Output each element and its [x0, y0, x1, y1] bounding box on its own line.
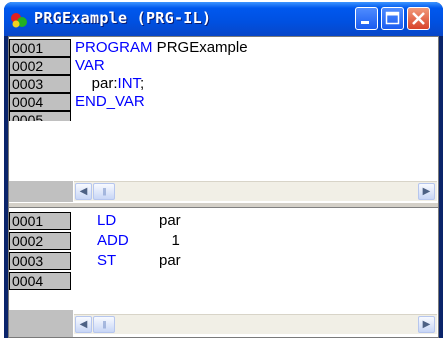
left-arrow-icon: ◀: [79, 186, 88, 197]
keyword-token: PROGRAM: [75, 39, 153, 56]
grip-icon: |||: [102, 320, 106, 329]
right-arrow-icon: ▶: [422, 319, 431, 330]
editor-window: PRGExample (PRG-IL) 0001 PROGRAM PRGExamp…: [4, 2, 443, 338]
text-token: par:: [75, 75, 118, 92]
scroll-left-button[interactable]: ◀: [75, 316, 92, 333]
keyword-token: VAR: [75, 57, 105, 74]
scroll-left-button[interactable]: ◀: [75, 183, 92, 200]
scroll-right-button[interactable]: ▶: [418, 183, 435, 200]
line-number: 0004: [9, 272, 71, 290]
il-operand[interactable]: par: [159, 212, 181, 230]
il-operator[interactable]: LD: [97, 212, 116, 230]
code-line[interactable]: VAR: [75, 57, 105, 75]
grip-icon: |||: [102, 187, 106, 196]
declaration-pane[interactable]: 0001 PROGRAM PRGExample 0002 VAR 0003 par:IN…: [9, 37, 438, 207]
minimize-button[interactable]: [355, 7, 378, 30]
window-title: PRGExample (PRG-IL): [34, 9, 212, 27]
line-number: 0001: [9, 212, 71, 230]
il-operator[interactable]: ADD: [97, 232, 129, 250]
keyword-token: END_VAR: [75, 93, 145, 110]
line-number: 0002: [9, 232, 71, 250]
il-operator[interactable]: ST: [97, 252, 116, 270]
maximize-button[interactable]: [381, 7, 404, 30]
il-operand[interactable]: 1: [159, 232, 180, 250]
title-bar[interactable]: PRGExample (PRG-IL): [4, 2, 443, 36]
code-line[interactable]: PROGRAM PRGExample: [75, 39, 248, 57]
close-icon: [412, 12, 425, 25]
keyword-token: INT: [117, 75, 141, 92]
close-button[interactable]: [407, 7, 430, 30]
line-number: 0001: [9, 39, 71, 57]
scroll-thumb[interactable]: |||: [93, 316, 115, 333]
maximize-icon: [385, 11, 400, 25]
scroll-thumb[interactable]: |||: [93, 183, 115, 200]
implementation-pane[interactable]: 0001 LD par 0002 ADD 1 0003 ST par 0004 ◀ ||| ▶: [9, 208, 438, 337]
minimize-icon: [361, 21, 369, 24]
gutter-corner: [9, 181, 73, 202]
right-arrow-icon: ▶: [422, 186, 431, 197]
line-number: 0005: [9, 111, 71, 121]
text-token: PRGExample: [152, 39, 248, 56]
line-number: 0003: [9, 75, 71, 93]
implementation-hscrollbar[interactable]: ◀ ||| ▶: [74, 314, 437, 334]
line-number: 0002: [9, 57, 71, 75]
code-line[interactable]: END_VAR: [75, 93, 145, 111]
line-number: 0004: [9, 93, 71, 111]
code-line[interactable]: par:INT;: [75, 75, 145, 93]
text-token: ;: [140, 75, 145, 92]
gutter-corner: [9, 310, 73, 337]
line-number: 0003: [9, 252, 71, 270]
editor-client-area: 0001 PROGRAM PRGExample 0002 VAR 0003 par:IN…: [8, 36, 439, 338]
pou-app-icon: [11, 13, 27, 28]
declaration-hscrollbar[interactable]: ◀ ||| ▶: [74, 181, 437, 201]
left-arrow-icon: ◀: [79, 319, 88, 330]
scroll-right-button[interactable]: ▶: [418, 316, 435, 333]
il-operand[interactable]: par: [159, 252, 181, 270]
